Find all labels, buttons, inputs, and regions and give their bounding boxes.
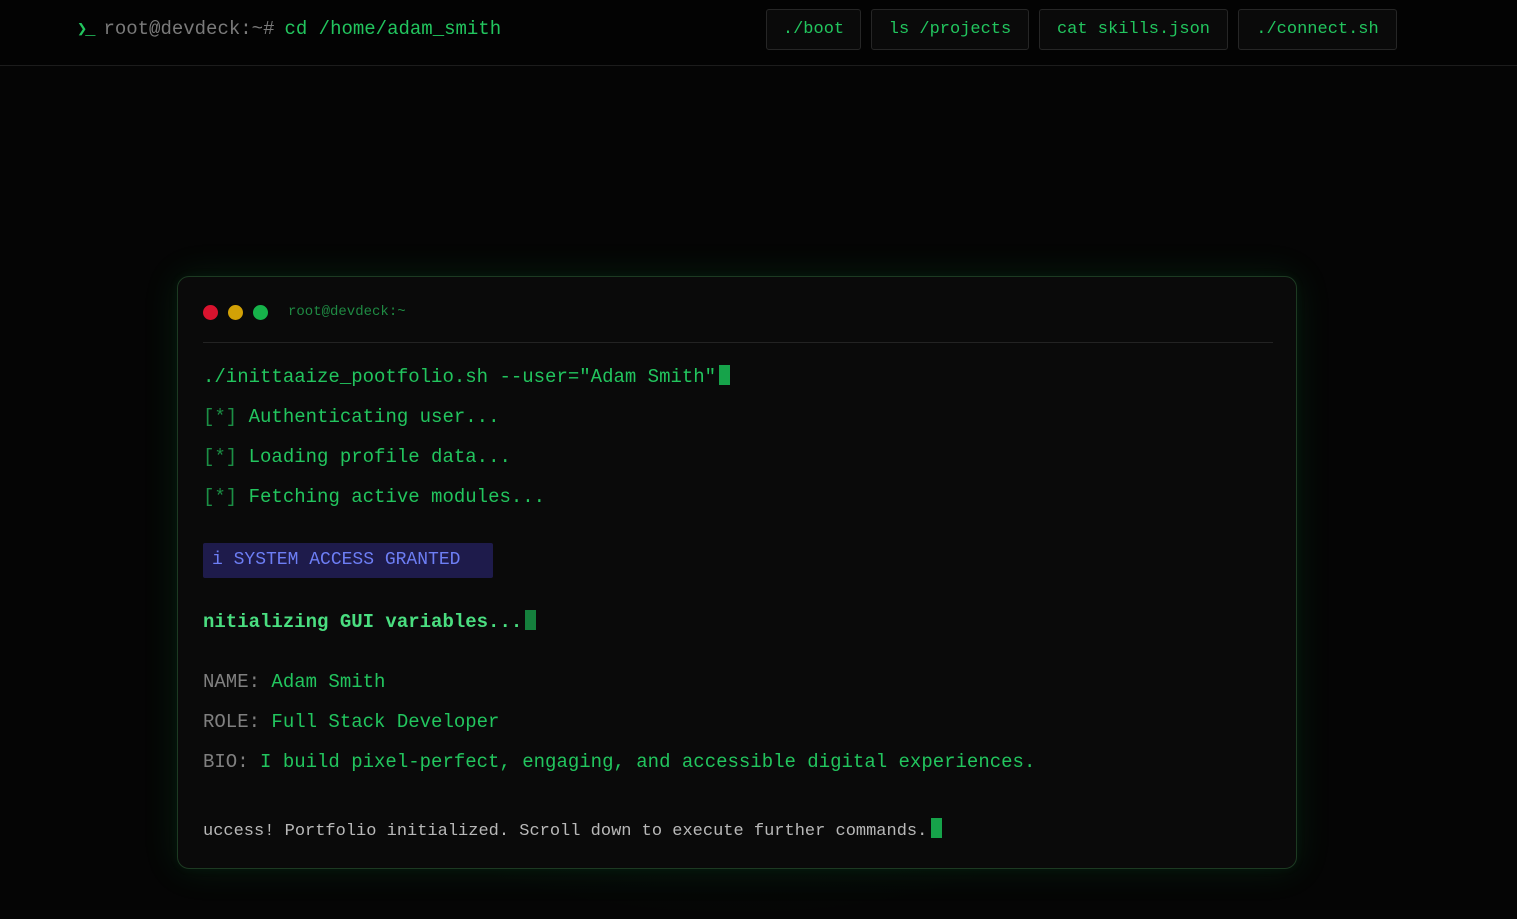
header-prompt: ❯_ root@devdeck:~# cd /home/adam_smith [77,17,501,41]
log-marker: [*] [203,486,238,508]
role-value: Full Stack Developer [271,711,500,733]
prompt-command: cd /home/adam_smith [284,18,502,40]
log-marker: [*] [203,446,238,468]
bio-value: I build pixel-perfect, engaging, and acc… [260,751,1036,773]
gui-init-line: nitializing GUI variables... [203,610,537,634]
nav-skills-button[interactable]: cat skills.json [1039,9,1228,50]
prompt-host: root@devdeck:~# [103,18,275,40]
log-marker: [*] [203,406,238,428]
maximize-dot-icon [253,305,268,320]
command-text: ./inittaaize_pootfolio.sh --user="Adam S… [203,366,717,388]
terminal-window: root@devdeck:~ ./inittaaize_pootfolio.sh… [177,276,1297,869]
cursor-icon [931,818,943,838]
command-line: ./inittaaize_pootfolio.sh --user="Adam S… [203,365,731,389]
cursor-icon [525,610,537,630]
gui-init-text: nitializing GUI variables... [203,611,523,633]
nav-boot-button[interactable]: ./boot [766,9,861,50]
terminal-title: root@devdeck:~ [288,304,406,320]
log-line: [*] Fetching active modules... [203,485,545,509]
nav-connect-button[interactable]: ./connect.sh [1238,9,1397,50]
log-text: Fetching active modules... [248,486,546,508]
cursor-icon [719,365,731,385]
log-line: [*] Loading profile data... [203,445,511,469]
nav-projects-button[interactable]: ls /projects [871,9,1029,50]
log-text: Loading profile data... [248,446,511,468]
close-dot-icon [203,305,218,320]
name-key: NAME: [203,671,261,693]
access-granted-badge: i SYSTEM ACCESS GRANTED [203,543,493,578]
profile-role: ROLE: Full Stack Developer [203,710,499,734]
minimize-dot-icon [228,305,243,320]
profile-bio: BIO: I build pixel-perfect, engaging, an… [203,750,1035,774]
log-line: [*] Authenticating user... [203,405,499,429]
terminal-prompt-icon: ❯_ [77,20,95,40]
top-bar: ❯_ root@devdeck:~# cd /home/adam_smith .… [0,0,1517,66]
role-key: ROLE: [203,711,261,733]
log-text: Authenticating user... [248,406,500,428]
success-text: uccess! Portfolio initialized. Scroll do… [203,822,928,841]
terminal-header: root@devdeck:~ [203,301,1273,343]
profile-name: NAME: Adam Smith [203,670,385,694]
name-value: Adam Smith [271,671,386,693]
success-line: uccess! Portfolio initialized. Scroll do… [203,818,943,844]
bio-key: BIO: [203,751,249,773]
